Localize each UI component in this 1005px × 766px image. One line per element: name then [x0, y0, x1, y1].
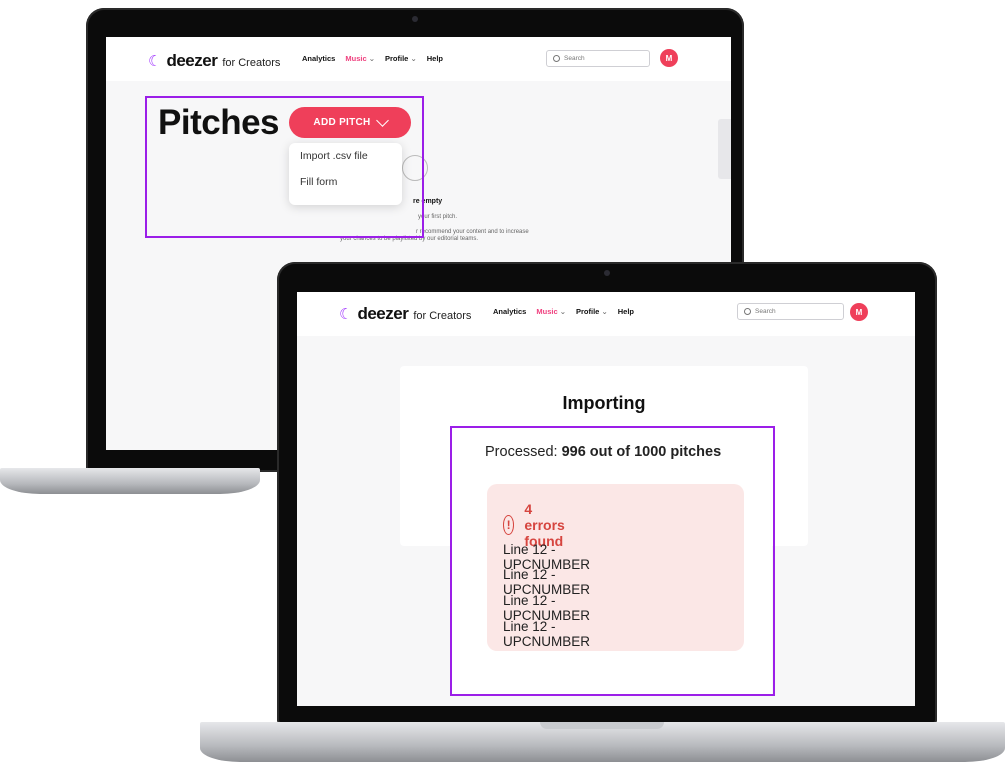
search-input[interactable]: Search [546, 50, 650, 67]
nav-music[interactable]: Music ⌄ [536, 307, 566, 316]
search-placeholder: Search [564, 55, 585, 62]
back-laptop-base [0, 468, 260, 494]
avatar[interactable]: M [850, 303, 868, 321]
importing-title: Importing [562, 393, 646, 413]
highlight-import-results [450, 426, 775, 696]
highlight-add-pitch-menu [145, 96, 424, 238]
nav-profile[interactable]: Profile ⌄ [385, 54, 417, 63]
logo-mark-icon: ☾ [148, 53, 162, 70]
nav-help[interactable]: Help [427, 54, 443, 63]
chevron-down-icon: ⌄ [601, 307, 608, 316]
camera-icon [412, 16, 418, 22]
search-input[interactable]: Search [737, 303, 844, 320]
deezer-logo[interactable]: ☾ deezer for Creators [339, 304, 471, 324]
logo-sub: for Creators [222, 57, 281, 69]
front-laptop-base [200, 722, 1005, 762]
nav-music[interactable]: Music ⌄ [345, 54, 375, 63]
deezer-logo[interactable]: ☾ deezer for Creators [148, 51, 280, 71]
nav-help[interactable]: Help [618, 307, 634, 316]
main-nav: Analytics Music ⌄ Profile ⌄ Help [493, 307, 634, 316]
app-header: ☾ deezer for Creators Analytics Music ⌄ … [297, 292, 915, 336]
side-panel-tab[interactable] [718, 119, 731, 179]
nav-profile-label: Profile [576, 307, 600, 316]
logo-text: deezer [166, 51, 218, 70]
logo-sub: for Creators [413, 310, 472, 322]
nav-profile[interactable]: Profile ⌄ [576, 307, 608, 316]
app-header: ☾ deezer for Creators Analytics Music ⌄ … [106, 37, 731, 81]
nav-music-label: Music [536, 307, 558, 316]
chevron-down-icon: ⌄ [410, 54, 417, 63]
search-icon [553, 55, 560, 62]
logo-text: deezer [357, 304, 409, 323]
logo-mark-icon: ☾ [339, 306, 353, 323]
nav-profile-label: Profile [385, 54, 409, 63]
nav-music-label: Music [345, 54, 367, 63]
search-placeholder: Search [755, 308, 776, 315]
nav-analytics[interactable]: Analytics [302, 54, 335, 63]
chevron-down-icon: ⌄ [559, 307, 567, 316]
nav-analytics[interactable]: Analytics [493, 307, 526, 316]
main-nav: Analytics Music ⌄ Profile ⌄ Help [302, 54, 443, 63]
camera-icon [604, 270, 610, 276]
chevron-down-icon: ⌄ [368, 54, 376, 63]
laptop-notch [540, 722, 664, 729]
search-icon [744, 308, 751, 315]
avatar[interactable]: M [660, 49, 678, 67]
